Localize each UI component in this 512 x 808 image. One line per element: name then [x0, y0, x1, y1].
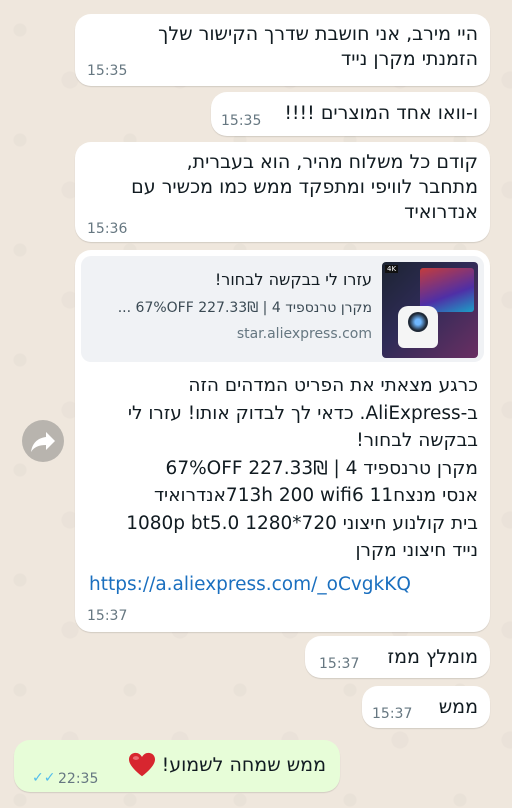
share-arrow-icon — [31, 432, 55, 452]
message-link[interactable]: https://a.aliexpress.com/_oCvgkKQ — [89, 572, 411, 597]
message-text: כרגע מצאתי את הפריט המדהים הזה ב-AliExpr… — [126, 375, 478, 561]
preview-thumbnail: 4K — [382, 262, 478, 358]
link-preview-card[interactable]: 4K עזרו לי בבקשה לבחור! מקרן טרנספיד 4 |… — [81, 256, 484, 362]
message-time: 15:36 — [87, 221, 128, 237]
outgoing-message[interactable]: ממש שמחה לשמוע! ✓✓ 22:35 — [14, 740, 340, 792]
message-time: 22:35 — [58, 771, 99, 787]
message-time: 15:37 — [372, 706, 413, 722]
message-time: 15:37 — [87, 608, 128, 624]
message-time: 15:37 — [319, 656, 360, 672]
message-time: 15:35 — [221, 113, 262, 129]
incoming-message[interactable]: ו-וואו אחד המוצרים !!!! 15:35 — [211, 92, 490, 136]
projector-lens — [408, 312, 428, 332]
incoming-message[interactable]: ממש 15:37 — [362, 686, 490, 728]
message-time: 15:35 — [87, 63, 128, 79]
message-text: ממש שמחה לשמוע! — [161, 753, 326, 776]
message-text: קודם כל משלוח מהיר, הוא בעברית, מתחבר לו… — [131, 151, 478, 223]
incoming-message[interactable]: מומלץ ממז 15:37 — [305, 636, 490, 678]
heart-emoji-icon — [128, 752, 156, 778]
incoming-message[interactable]: קודם כל משלוח מהיר, הוא בעברית, מתחבר לו… — [75, 142, 490, 242]
read-receipt-icon: ✓✓ — [32, 770, 56, 786]
preview-title: עזרו לי בבקשה לבחור! — [214, 270, 372, 289]
message-text: היי מירב, אני חושבת שדרך הקישור שלך הזמנ… — [158, 23, 478, 70]
preview-description: מקרן טרנספיד 4 | 67%OFF 227.33₪ ... — [117, 300, 372, 316]
incoming-message[interactable]: היי מירב, אני חושבת שדרך הקישור שלך הזמנ… — [75, 14, 490, 86]
forward-button[interactable] — [22, 420, 64, 462]
preview-domain: star.aliexpress.com — [236, 326, 372, 342]
incoming-message-with-link[interactable]: 4K עזרו לי בבקשה לבחור! מקרן טרנספיד 4 |… — [75, 250, 490, 632]
thumbnail-badge: 4K — [385, 265, 399, 273]
